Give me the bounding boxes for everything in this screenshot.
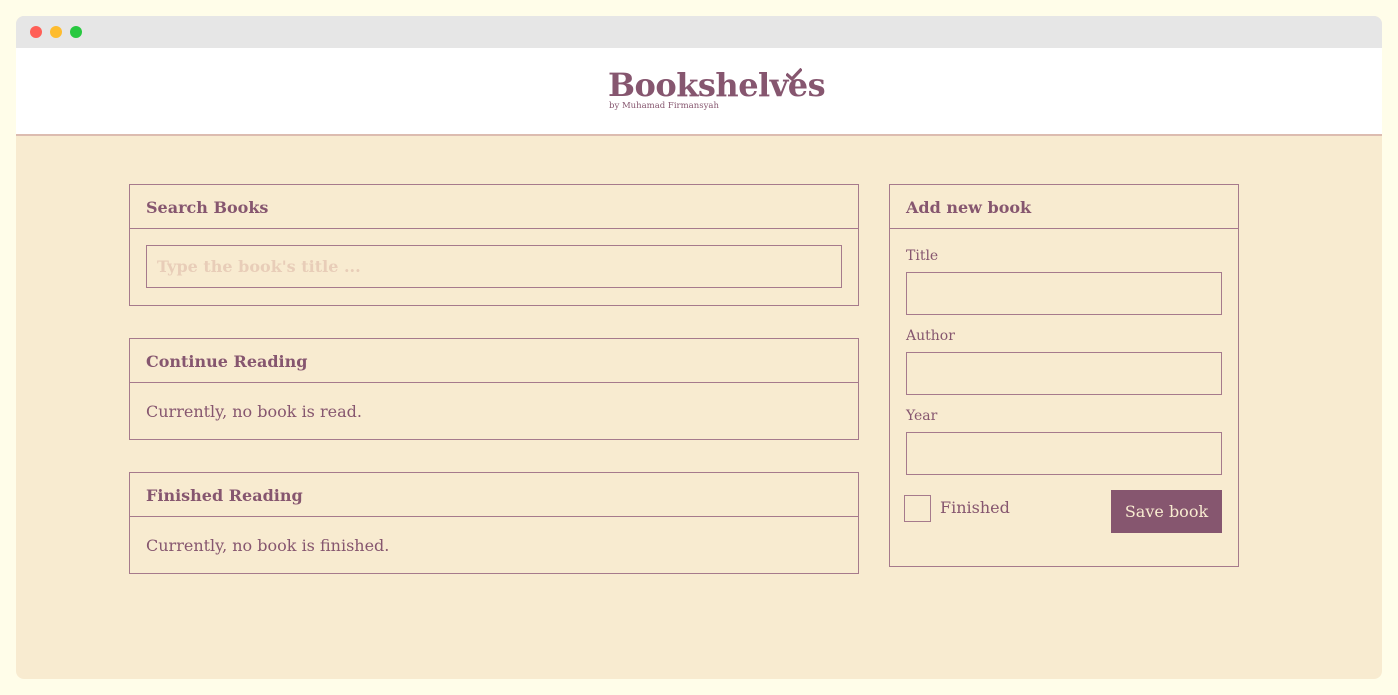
add-book-form: Title Author Year Finished Save book: [890, 229, 1238, 552]
finished-reading-title: Finished Reading: [130, 473, 858, 517]
author-label: Author: [906, 328, 955, 344]
search-panel: Search Books: [129, 184, 859, 306]
search-panel-body: [130, 229, 858, 304]
finished-reading-body: Currently, no book is finished.: [130, 517, 858, 571]
save-book-button[interactable]: Save book: [1111, 490, 1222, 533]
year-input[interactable]: [906, 432, 1222, 475]
finished-checkbox-label: Finished: [940, 498, 1010, 517]
add-book-title: Add new book: [890, 185, 1238, 229]
browser-window: Bookshelves by Muhamad Firmansyah Search…: [16, 16, 1382, 679]
year-label: Year: [906, 408, 938, 424]
add-book-panel: Add new book Title Author Year Finished …: [889, 184, 1239, 567]
site-header: Bookshelves by Muhamad Firmansyah: [16, 48, 1382, 136]
continue-reading-body: Currently, no book is read.: [130, 383, 858, 437]
window-titlebar: [16, 16, 1382, 48]
add-book-footer: Finished Save book: [904, 490, 1222, 536]
maximize-window-button[interactable]: [70, 26, 82, 38]
minimize-window-button[interactable]: [50, 26, 62, 38]
search-input[interactable]: [146, 245, 842, 288]
title-input[interactable]: [906, 272, 1222, 315]
continue-reading-title: Continue Reading: [130, 339, 858, 383]
brand-logo: Bookshelves by Muhamad Firmansyah: [608, 66, 826, 111]
title-label: Title: [906, 248, 939, 264]
check-icon: [786, 68, 802, 82]
finished-checkbox[interactable]: [904, 495, 931, 522]
continue-reading-empty-text: Currently, no book is read.: [146, 402, 362, 421]
close-window-button[interactable]: [30, 26, 42, 38]
continue-reading-panel: Continue Reading Currently, no book is r…: [129, 338, 859, 440]
author-input[interactable]: [906, 352, 1222, 395]
finished-reading-panel: Finished Reading Currently, no book is f…: [129, 472, 859, 574]
search-panel-title: Search Books: [130, 185, 858, 229]
finished-reading-empty-text: Currently, no book is finished.: [146, 536, 390, 555]
